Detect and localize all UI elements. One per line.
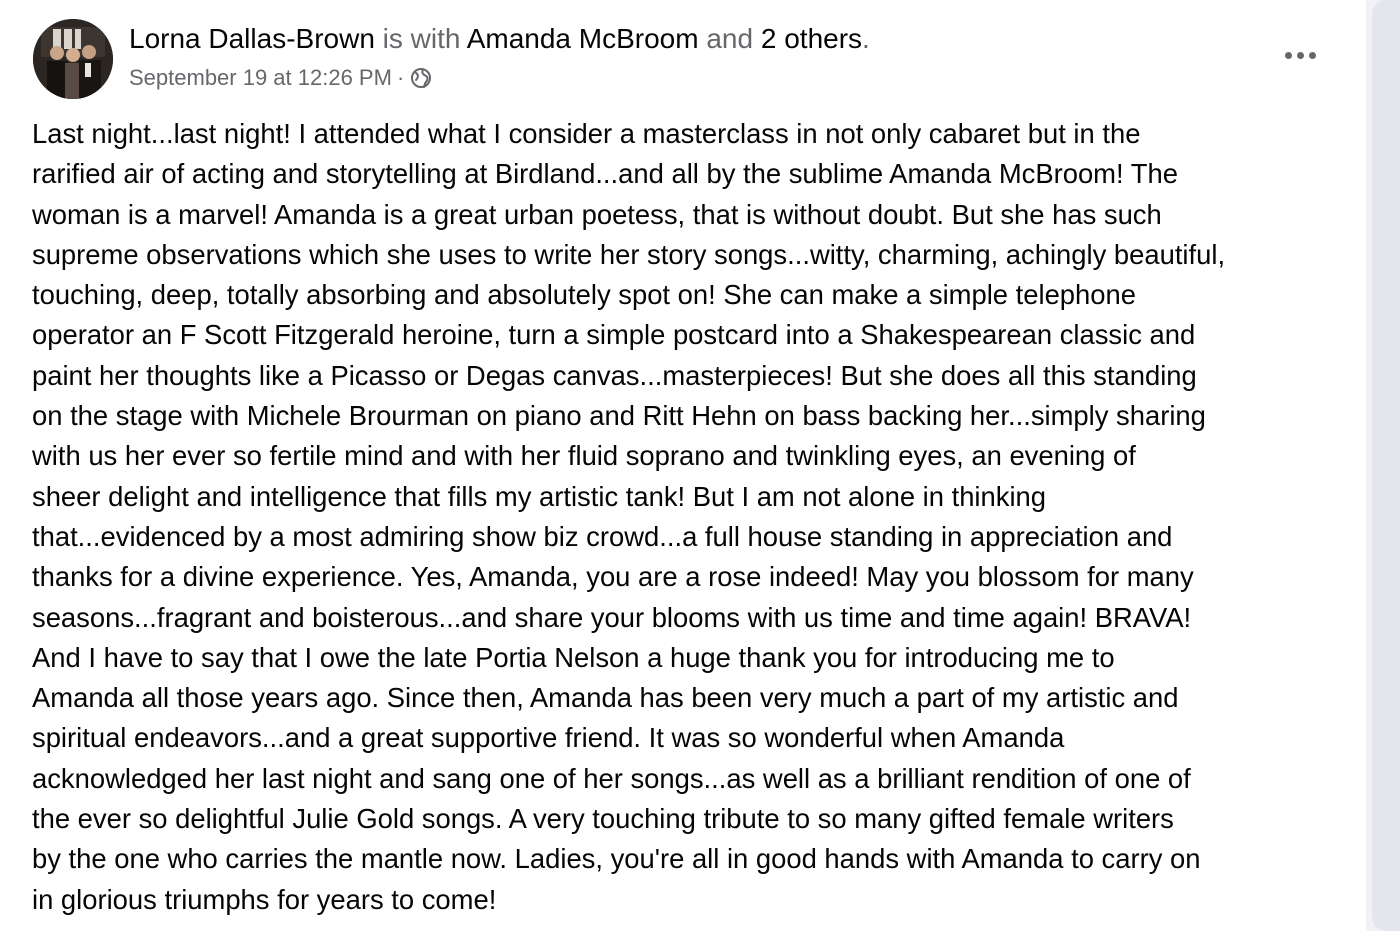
post-body-line: Amanda all those years ago. Since then, …: [32, 682, 1179, 714]
post-body-line: the ever so delightful Julie Gold songs.…: [32, 803, 1174, 835]
feed-post: Lorna Dallas-Brown is with Amanda McBroo…: [0, 0, 1366, 931]
post-body-line: woman is a marvel! Amanda is a great urb…: [32, 198, 1162, 230]
timestamp-link[interactable]: September 19 at 12:26 PM: [129, 64, 392, 92]
others-link[interactable]: 2 others: [761, 23, 862, 54]
post-body-line: with us her ever so fertile mind and wit…: [32, 440, 1136, 472]
post-body-line: sheer delight and intelligence that fill…: [32, 480, 1047, 512]
author-avatar[interactable]: [33, 19, 113, 99]
more-options-button[interactable]: [1277, 38, 1323, 72]
adjacent-panel-edge: [1372, 0, 1400, 931]
globe-icon[interactable]: [410, 67, 432, 89]
post-body-line: seasons...fragrant and boisterous...and …: [32, 601, 1192, 633]
post-header: Lorna Dallas-Brown is with Amanda McBroo…: [129, 22, 870, 56]
post-body-line: And I have to say that I owe the late Po…: [32, 641, 1115, 673]
post-body-line: thanks for a divine experience. Yes, Ama…: [32, 561, 1194, 593]
meta-separator: ·: [396, 65, 405, 90]
period-text: .: [862, 23, 870, 54]
post-body-line: acknowledged her last night and sang one…: [32, 762, 1191, 794]
with-text: is with: [382, 23, 461, 54]
avatar-photo: [33, 19, 113, 99]
post-body-line: Last night...last night! I attended what…: [32, 118, 1141, 149]
post-body-line: that...evidenced by a most admiring show…: [32, 520, 1173, 552]
post-body: Last night...last night! I attended what…: [32, 114, 1352, 920]
post-body-line: touching, deep, totally absorbing and ab…: [32, 279, 1136, 311]
post-body-line: paint her thoughts like a Picasso or Deg…: [32, 359, 1197, 391]
post-body-line: by the one who carries the mantle now. L…: [32, 843, 1201, 875]
post-body-line: rarified air of acting and storytelling …: [32, 158, 1178, 190]
post-body-line: on the stage with Michele Brourman on pi…: [32, 400, 1206, 432]
post-body-line: operator an F Scott Fitzgerald heroine, …: [32, 319, 1196, 351]
post-meta: September 19 at 12:26 PM ·: [129, 64, 432, 92]
more-horizontal-icon: [1284, 51, 1316, 59]
post-body-line: spiritual endeavors...and a great suppor…: [32, 722, 1065, 754]
feed-gutter: [1366, 0, 1400, 931]
tagged-person-link[interactable]: Amanda McBroom: [467, 23, 699, 54]
post-body-line: supreme observations which she uses to w…: [32, 238, 1226, 270]
post-body-line: in glorious triumphs for years to come!: [32, 883, 497, 915]
author-name-link[interactable]: Lorna Dallas-Brown: [129, 23, 375, 54]
and-text: and: [706, 23, 754, 54]
